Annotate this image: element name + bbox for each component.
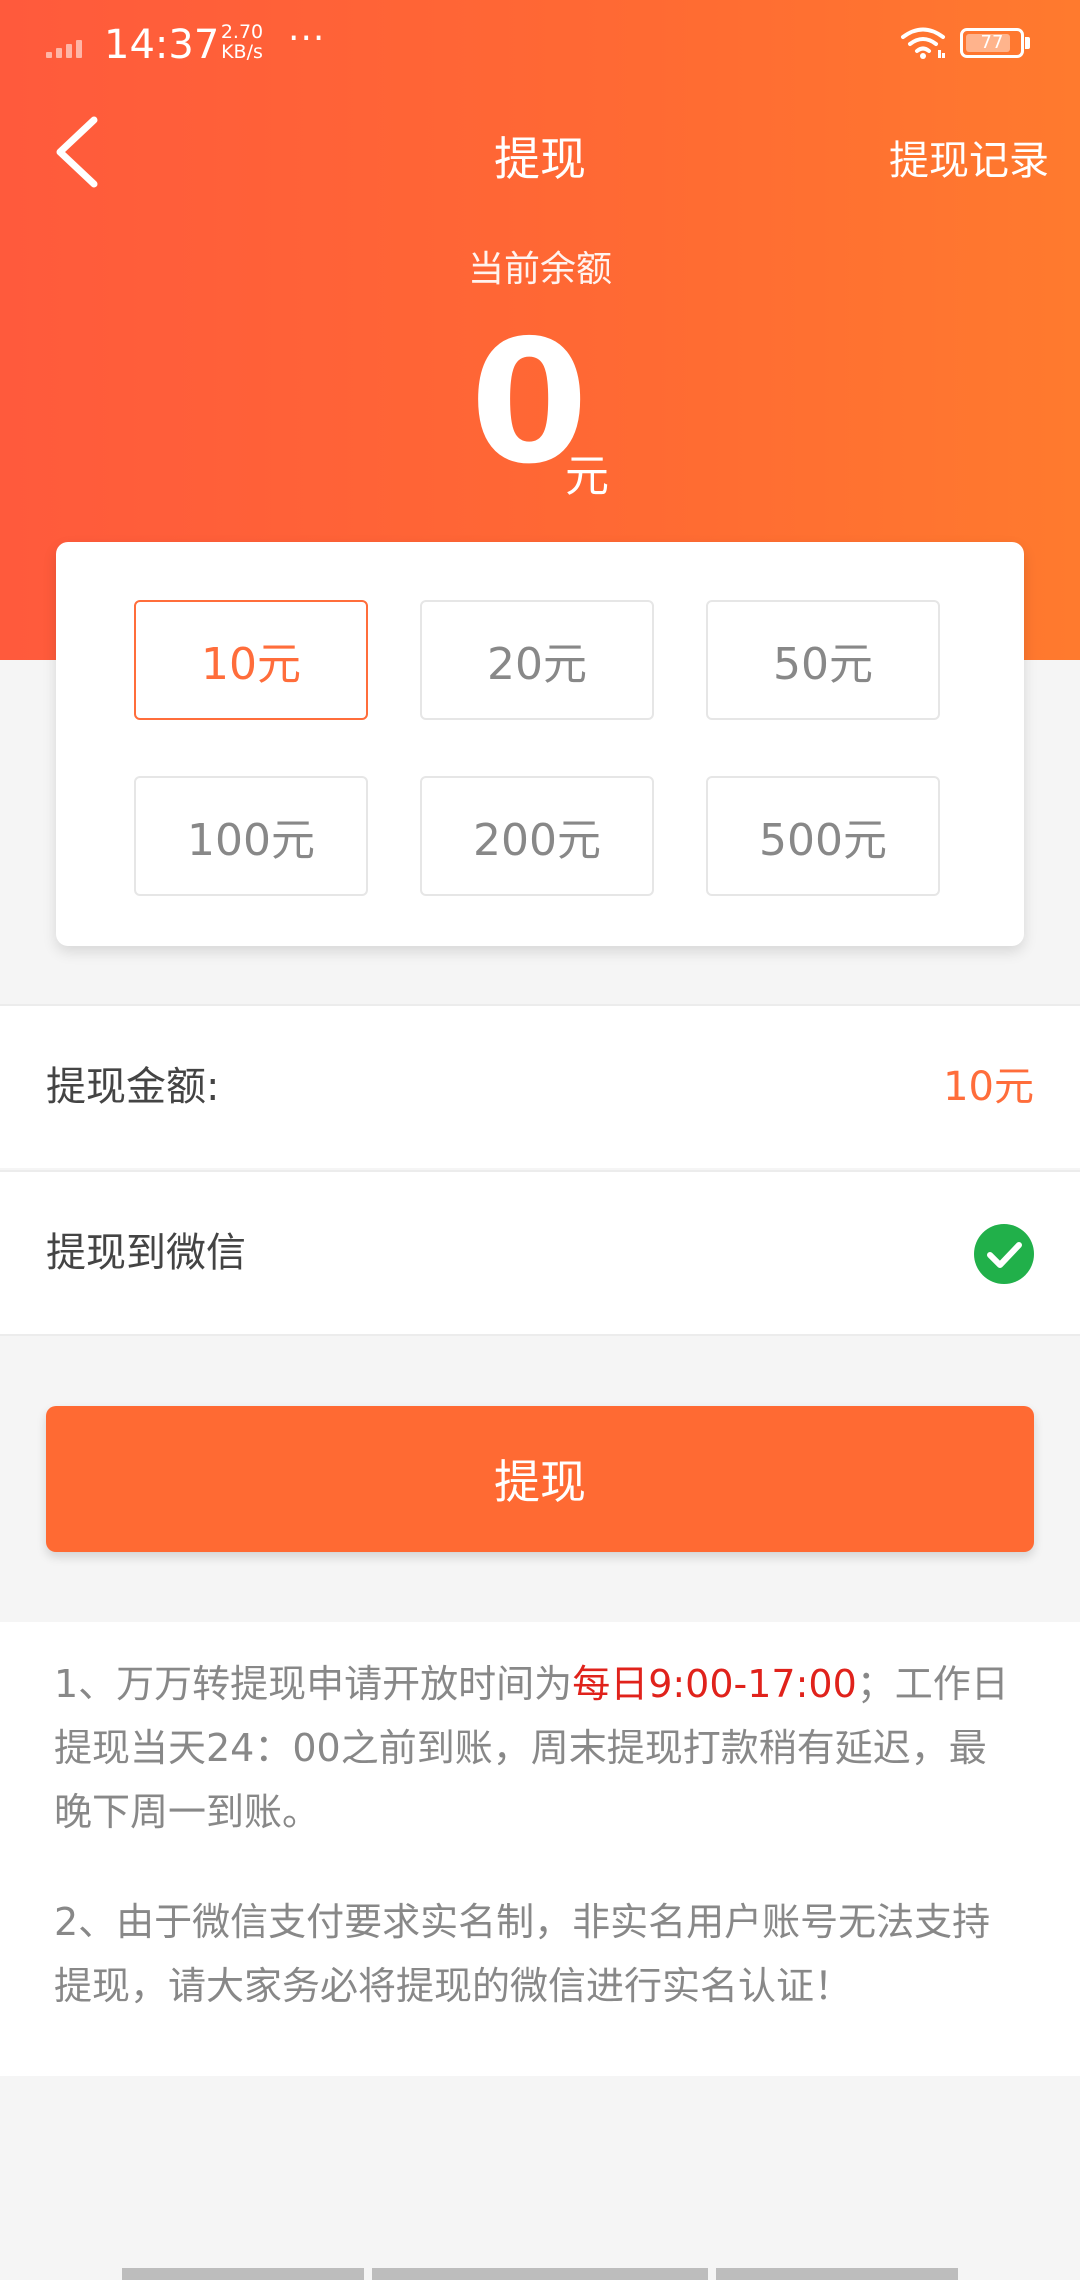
note-1-highlight: 每日9:00-17:00 xyxy=(572,1662,857,1706)
withdraw-history-link[interactable]: 提现记录 xyxy=(889,128,1049,186)
amount-option-20[interactable]: 20元 xyxy=(420,600,654,720)
amount-option-10[interactable]: 10元 xyxy=(134,600,368,720)
amount-option-500[interactable]: 500元 xyxy=(706,776,940,896)
more-notifications-icon: ··· xyxy=(288,18,326,59)
balance-label: 当前余额 xyxy=(467,249,612,290)
withdraw-amount-row: 提现金额: 10元 xyxy=(0,1004,1080,1168)
note-2: 2、由于微信支付要求实名制，非实名用户账号无法支持提现，请大家务必将提现的微信进… xyxy=(54,1900,991,2008)
network-speed-value: 2.70 xyxy=(220,21,264,43)
note-1: 1、万万转提现申请开放时间为每日9:00-17:00；工作日提现当天24：00之… xyxy=(54,1652,1014,1844)
amount-option-100[interactable]: 100元 xyxy=(134,776,368,896)
withdraw-amount-value: 10元 xyxy=(943,1064,1034,1110)
wifi-icon xyxy=(901,27,945,59)
balance-unit: 元 xyxy=(565,451,609,502)
battery-tip xyxy=(1025,37,1030,49)
amount-option-50[interactable]: 50元 xyxy=(706,600,940,720)
battery-percent: 77 xyxy=(980,32,1004,53)
withdraw-to-wechat-row[interactable]: 提现到微信 xyxy=(0,1170,1080,1336)
withdraw-submit-button[interactable]: 提现 xyxy=(46,1406,1034,1552)
withdraw-amount-label: 提现金额: xyxy=(46,1064,220,1110)
battery-icon: 77 xyxy=(960,28,1024,58)
signal-icon xyxy=(46,38,90,58)
amount-options-card: 10元 20元 50元 100元 200元 500元 xyxy=(56,542,1024,946)
withdraw-to-wechat-label: 提现到微信 xyxy=(46,1230,246,1276)
note-1-text-a: 1、万万转提现申请开放时间为 xyxy=(54,1662,573,1706)
network-speed: 2.70 KB/s xyxy=(212,22,272,62)
amount-option-200[interactable]: 200元 xyxy=(420,776,654,896)
bottom-edge-bars xyxy=(0,2268,1080,2280)
notes-section: 1、万万转提现申请开放时间为每日9:00-17:00；工作日提现当天24：00之… xyxy=(0,1622,1080,2076)
check-circle-icon xyxy=(974,1224,1034,1284)
status-time: 14:37 xyxy=(104,22,220,68)
network-speed-unit: KB/s xyxy=(221,41,263,63)
status-bar: 14:37 2.70 KB/s ··· 77 xyxy=(0,0,1080,90)
